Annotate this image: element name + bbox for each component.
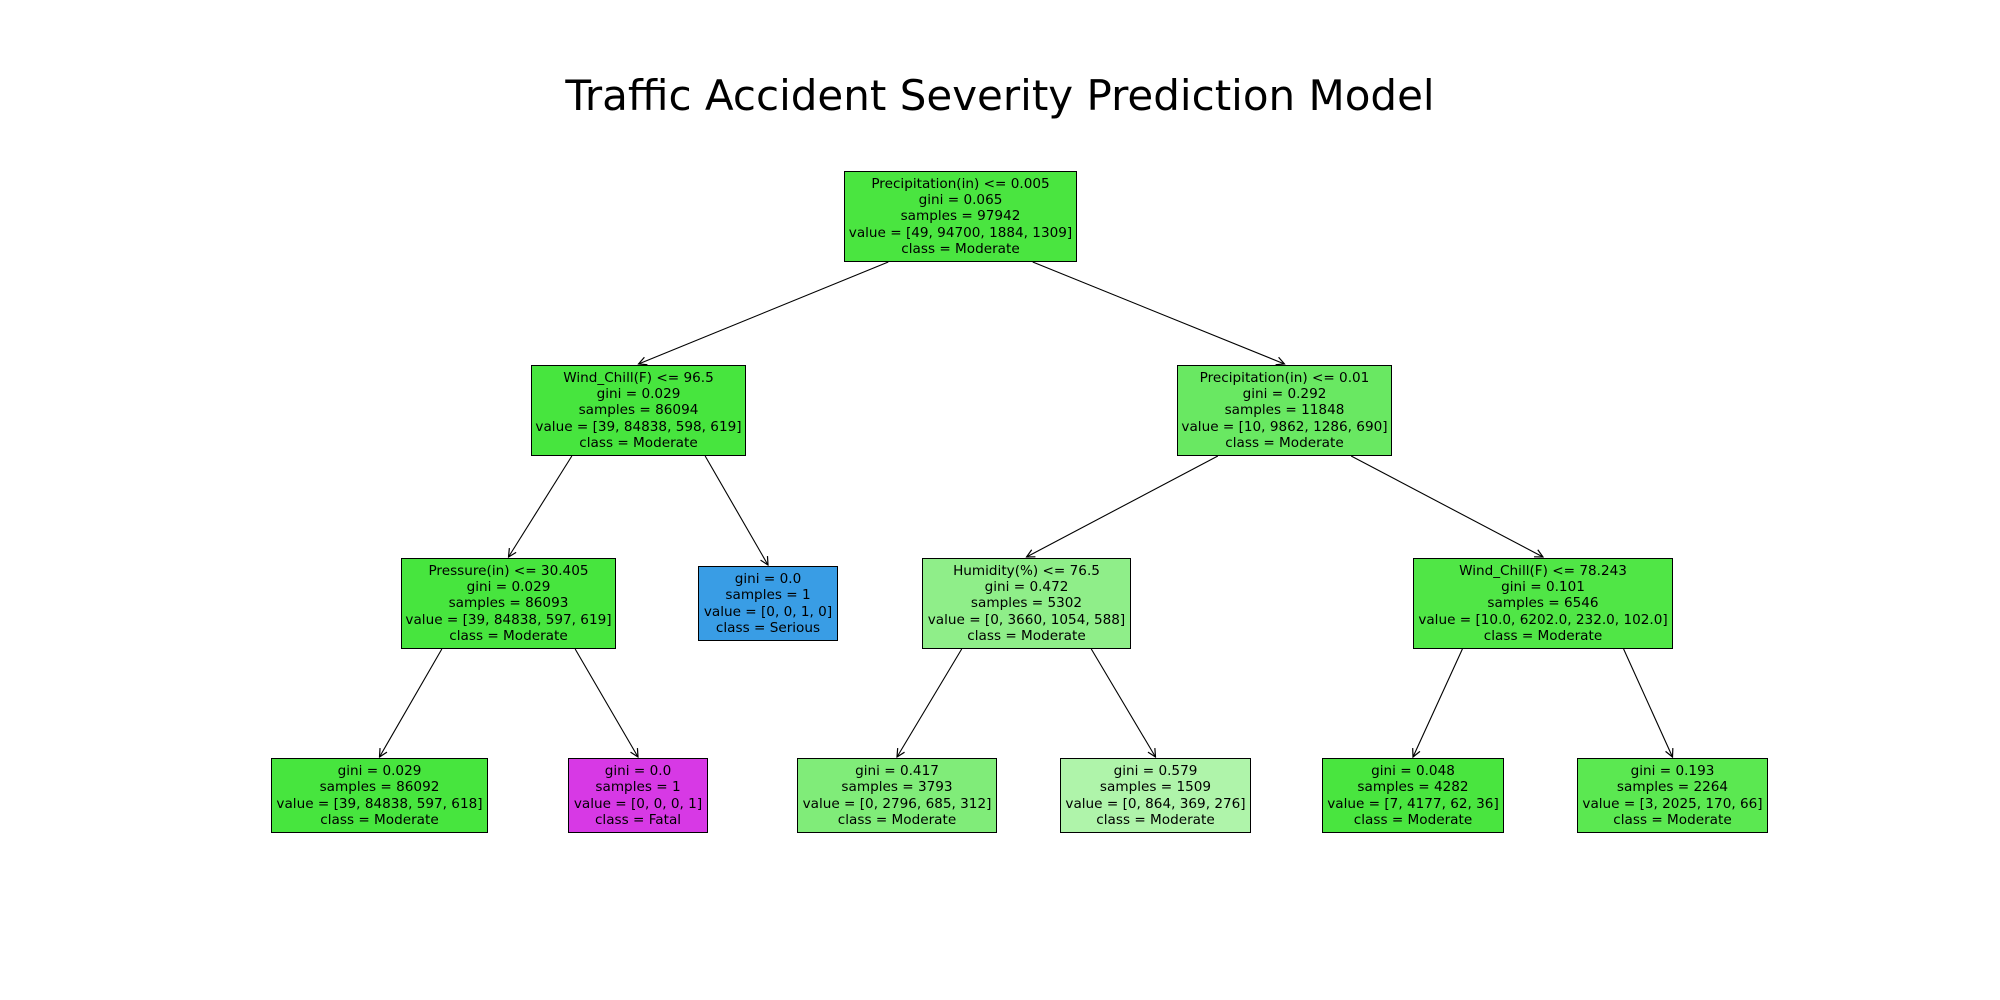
node-gini: gini = 0.0 [604, 762, 672, 779]
node-samples: samples = 3793 [841, 779, 953, 796]
node-class: class = Moderate [1225, 434, 1344, 451]
split-node: Wind_Chill(F) <= 96.5 gini = 0.029 samples… [531, 365, 746, 456]
edge-arrow [704, 455, 768, 565]
node-gini: gini = 0.417 [855, 762, 939, 779]
node-samples: samples = 86092 [319, 779, 440, 796]
node-gini: gini = 0.065 [918, 192, 1003, 209]
node-samples: samples = 1 [595, 779, 681, 796]
leaf-node: gini = 0.0 samples = 1 value = [0, 0, 0, 1… [568, 758, 708, 833]
node-samples: samples = 2264 [1616, 779, 1729, 796]
node-value: value = [7, 4177, 62, 36] [1327, 795, 1499, 812]
tree-edges [0, 261, 2000, 1000]
split-node: Precipitation(in) <= 0.01 gini = 0.292 sam… [1177, 365, 1392, 456]
node-split-rule: Wind_Chill(F) <= 96.5 [563, 369, 714, 386]
edge-arrow [1090, 648, 1155, 757]
edge-arrow [380, 648, 443, 757]
edge-arrow [1623, 648, 1673, 757]
node-class: class = Fatal [594, 811, 682, 828]
edge-arrow [574, 648, 638, 757]
edge-arrow [509, 455, 573, 557]
node-samples: samples = 11848 [1224, 402, 1345, 419]
node-value: value = [10, 9862, 1286, 690] [1181, 418, 1388, 435]
node-value: value = [0, 864, 369, 276] [1065, 795, 1246, 812]
node-split-rule: Precipitation(in) <= 0.005 [871, 175, 1050, 192]
node-class: class = Moderate [837, 811, 957, 828]
node-class: class = Moderate [320, 811, 439, 828]
node-class: class = Moderate [967, 627, 1086, 644]
node-samples: samples = 97942 [900, 208, 1021, 225]
node-gini: gini = 0.029 [337, 762, 422, 779]
node-gini: gini = 0.048 [1371, 762, 1455, 779]
edge-arrow [897, 648, 963, 757]
split-node: Pressure(in) <= 30.405 gini = 0.029 sample… [401, 558, 616, 649]
node-value: value = [3, 2025, 170, 66] [1582, 795, 1763, 812]
node-samples: samples = 1 [725, 587, 811, 604]
node-gini: gini = 0.029 [596, 386, 681, 403]
node-split-rule: Humidity(%) <= 76.5 [953, 562, 1100, 579]
node-gini: gini = 0.029 [466, 579, 551, 596]
node-value: value = [0, 2796, 685, 312] [802, 795, 992, 812]
node-gini: gini = 0.0 [734, 570, 802, 587]
node-split-rule: Precipitation(in) <= 0.01 [1199, 369, 1370, 386]
node-class: class = Moderate [901, 240, 1020, 257]
leaf-node: gini = 0.029 samples = 86092 value = [39, … [271, 758, 488, 833]
node-value: value = [0, 3660, 1054, 588] [927, 611, 1126, 628]
node-class: class = Moderate [1483, 627, 1603, 644]
leaf-node: gini = 0.048 samples = 4282 value = [7, 41… [1322, 758, 1504, 833]
split-node: Wind_Chill(F) <= 78.243 gini = 0.101 sampl… [1413, 558, 1673, 649]
node-class: class = Moderate [579, 434, 698, 451]
node-class: class = Moderate [1353, 811, 1473, 828]
node-value: value = [39, 84838, 597, 619] [405, 611, 612, 628]
edge-arrow [1350, 455, 1543, 557]
leaf-node: gini = 0.579 samples = 1509 value = [0, 86… [1060, 758, 1251, 833]
node-samples: samples = 86094 [578, 402, 699, 419]
figure-title: Traffic Accident Severity Prediction Mod… [565, 71, 1435, 120]
edge-arrow [1413, 648, 1463, 757]
node-split-rule: Pressure(in) <= 30.405 [428, 562, 589, 579]
leaf-node: gini = 0.0 samples = 1 value = [0, 0, 1, 0… [698, 566, 838, 641]
node-samples: samples = 1509 [1099, 779, 1212, 796]
edge-arrow [1032, 261, 1285, 364]
node-samples: samples = 6546 [1487, 595, 1599, 612]
leaf-node: gini = 0.417 samples = 3793 value = [0, 27… [797, 758, 997, 833]
node-gini: gini = 0.579 [1113, 762, 1198, 779]
node-class: class = Moderate [1096, 811, 1215, 828]
node-split-rule: Wind_Chill(F) <= 78.243 [1459, 562, 1627, 579]
node-samples: samples = 86093 [448, 595, 569, 612]
node-value: value = [39, 84838, 597, 618] [276, 795, 483, 812]
node-gini: gini = 0.101 [1501, 579, 1585, 596]
node-gini: gini = 0.472 [984, 579, 1069, 596]
node-samples: samples = 5302 [970, 595, 1083, 612]
node-value: value = [49, 94700, 1884, 1309] [848, 224, 1073, 241]
node-samples: samples = 4282 [1357, 779, 1469, 796]
node-value: value = [10.0, 6202.0, 232.0, 102.0] [1418, 611, 1668, 628]
edge-arrow [639, 261, 889, 364]
node-value: value = [0, 0, 0, 1] [573, 795, 703, 812]
node-gini: gini = 0.193 [1630, 762, 1715, 779]
leaf-node: gini = 0.193 samples = 2264 value = [3, 20… [1577, 758, 1768, 833]
node-class: class = Moderate [1613, 811, 1732, 828]
split-node: Precipitation(in) <= 0.005 gini = 0.065 sa… [844, 171, 1077, 262]
node-gini: gini = 0.292 [1242, 386, 1327, 403]
node-value: value = [39, 84838, 598, 619] [535, 418, 742, 435]
node-class: class = Serious [715, 619, 821, 636]
edge-arrow [1027, 455, 1219, 557]
node-class: class = Moderate [449, 627, 568, 644]
node-value: value = [0, 0, 1, 0] [703, 603, 833, 620]
split-node: Humidity(%) <= 76.5 gini = 0.472 samples =… [922, 558, 1131, 649]
